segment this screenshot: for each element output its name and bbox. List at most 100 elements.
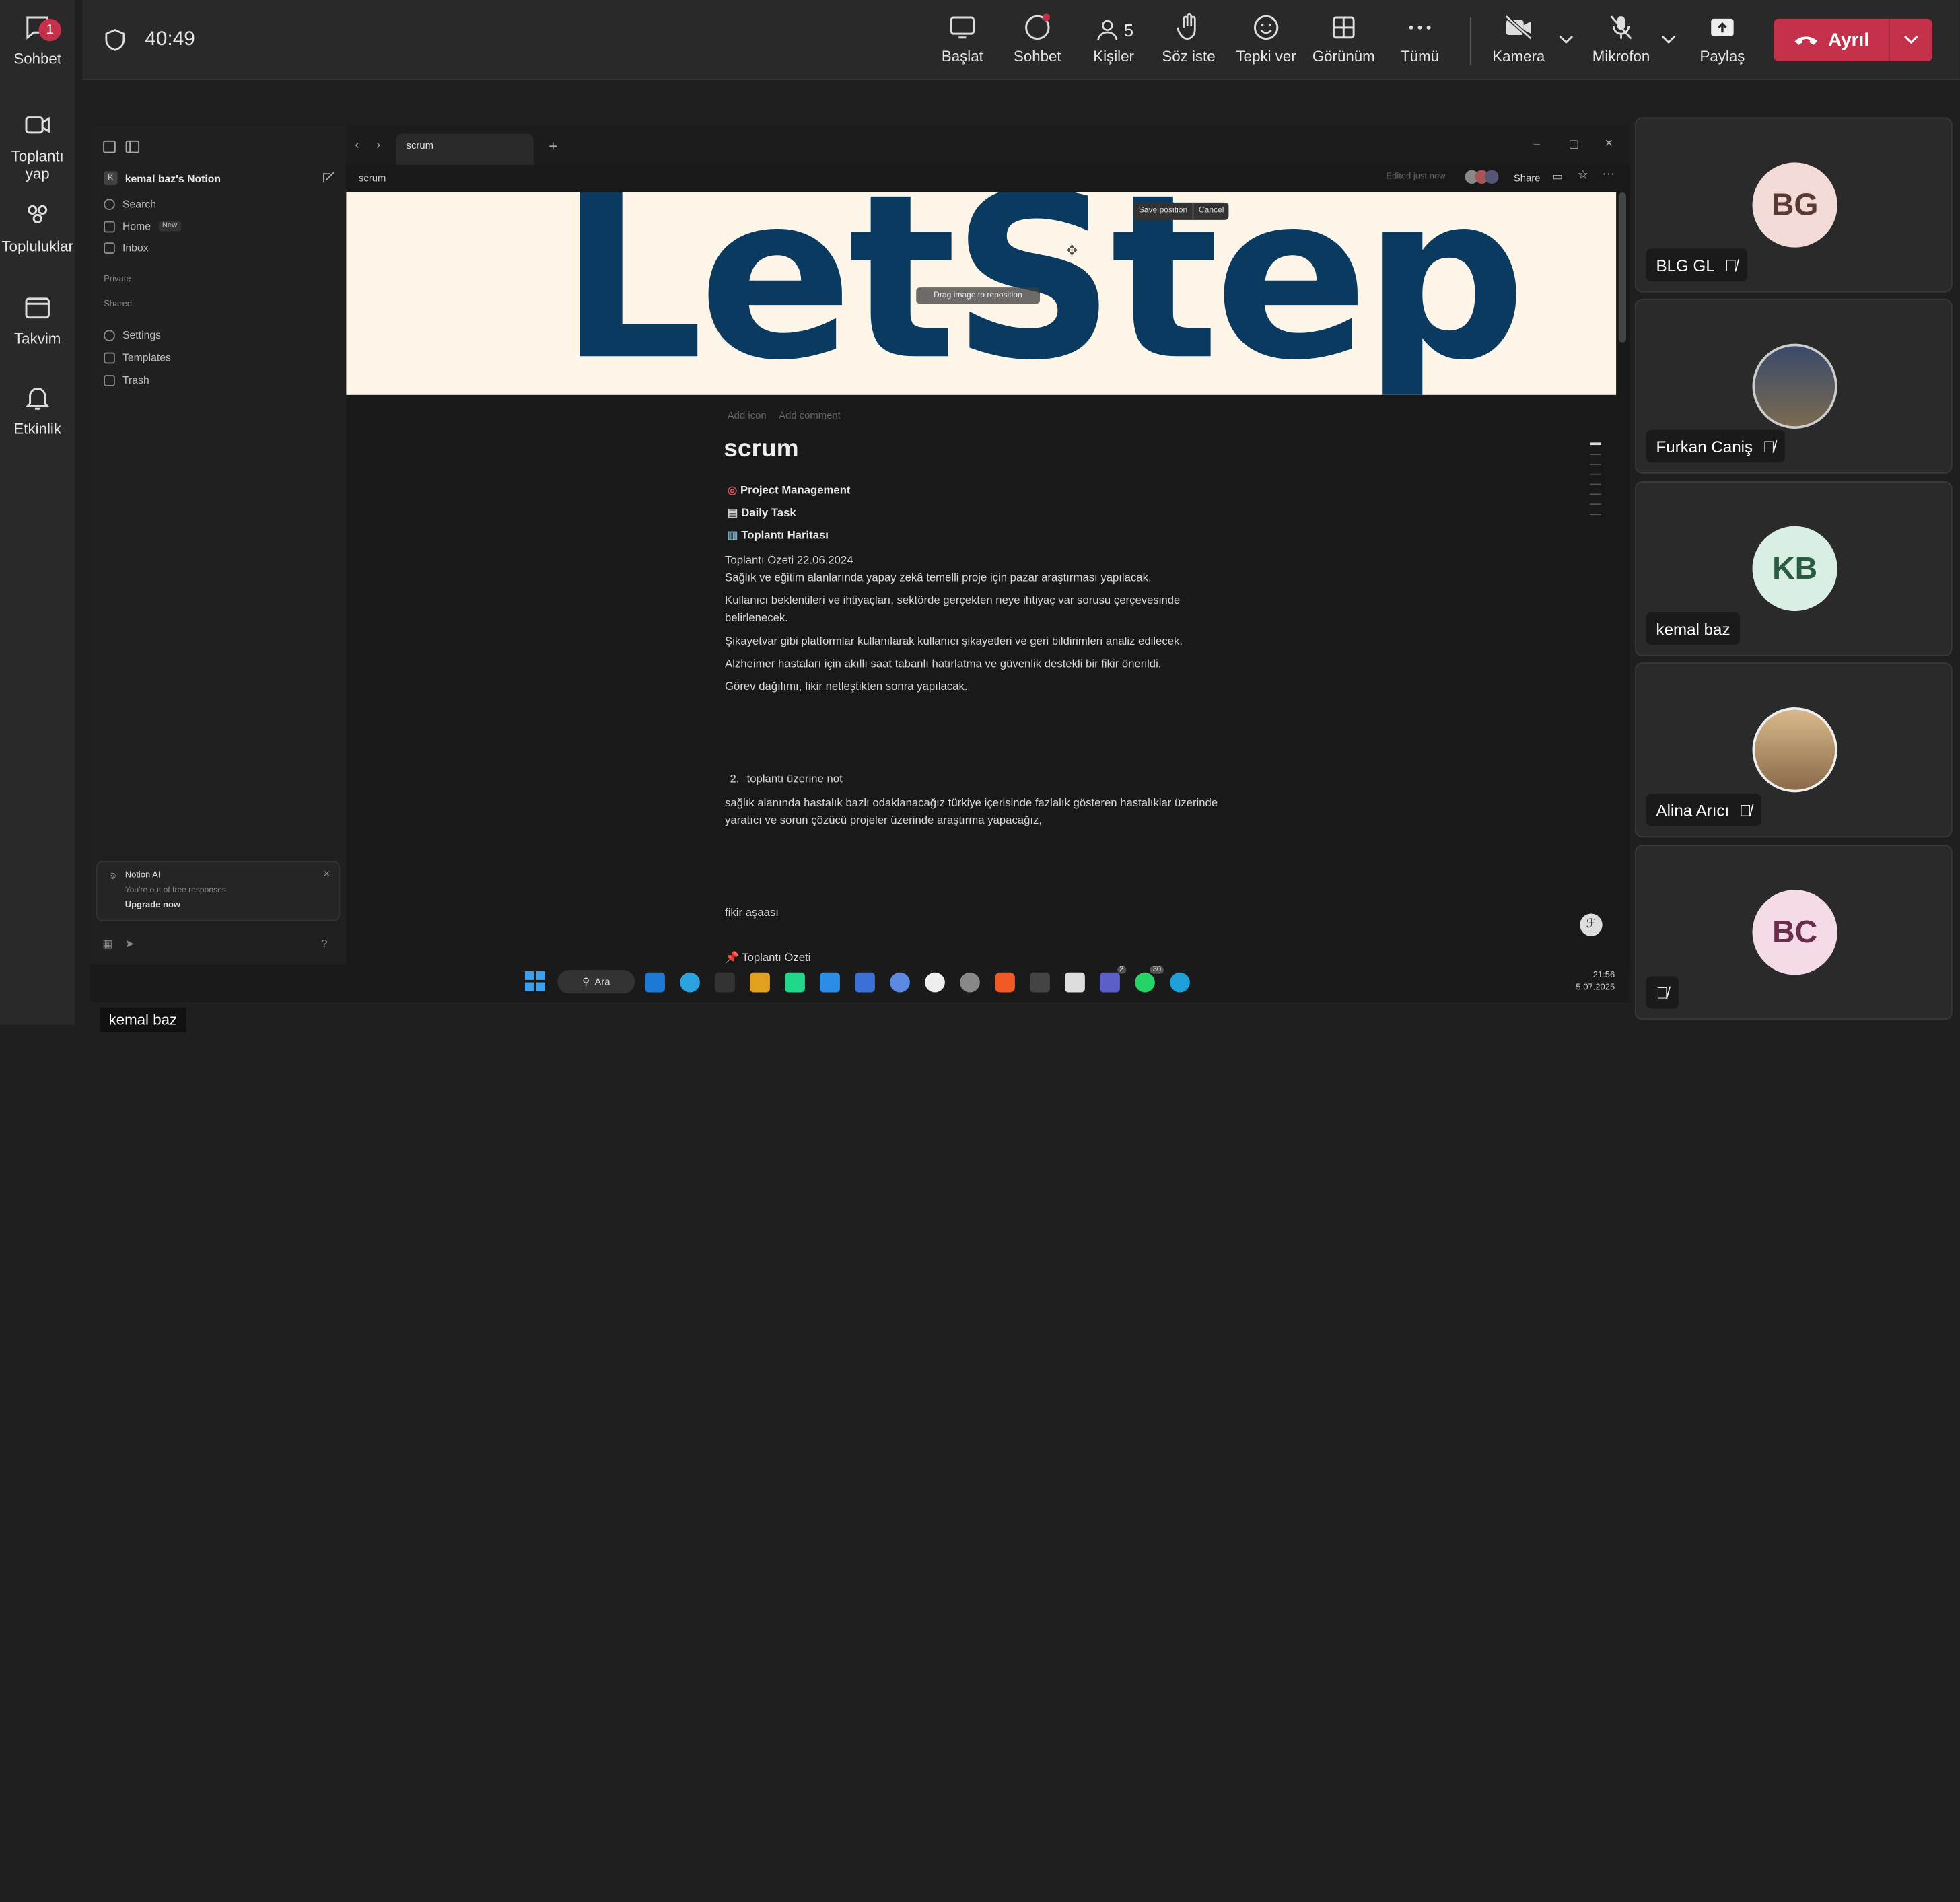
link-daily-task[interactable]: ▤ Daily Task	[728, 506, 796, 520]
participant-tile[interactable]: Furkan Caniş 🎙̸	[1634, 298, 1953, 474]
terminal-app-icon[interactable]	[715, 972, 735, 993]
link-label: Project Management	[740, 483, 851, 497]
participant-tile[interactable]: Alina Arıcı 🎙̸	[1634, 662, 1953, 838]
save-position-button[interactable]: Save position	[1133, 202, 1194, 220]
whatsapp-icon[interactable]: 30	[1135, 966, 1164, 993]
chrome-like-icon[interactable]	[925, 972, 945, 993]
pycharm-icon[interactable]	[785, 972, 805, 993]
sidebar-settings[interactable]: Settings	[104, 328, 161, 341]
system-clock[interactable]: 21:56 5.07.2025	[1562, 970, 1615, 995]
teams-badge: 2	[1117, 966, 1127, 974]
participant-name: BLG GL	[1656, 255, 1715, 275]
notion-ai-button[interactable]: ℱ	[1580, 913, 1603, 936]
rail-calendar[interactable]: Takvim	[0, 293, 75, 348]
word-icon[interactable]	[855, 972, 875, 993]
page-scrollbar[interactable]	[1618, 192, 1626, 343]
react-button[interactable]: Tepki ver	[1232, 13, 1300, 65]
sidebar-inbox[interactable]: Inbox	[104, 241, 149, 254]
maximize-icon[interactable]: ▢	[1569, 137, 1580, 151]
taskbar-search[interactable]: ⚲ Ara	[557, 970, 635, 994]
chat-button[interactable]: Sohbet	[1010, 13, 1065, 65]
brave-icon[interactable]	[995, 972, 1015, 993]
forward-icon[interactable]: ›	[376, 139, 380, 152]
mic-off-icon: 🎙̸	[1656, 983, 1669, 1002]
people-button[interactable]: 5 Kişiler	[1082, 13, 1145, 65]
tab-scrum[interactable]: scrum	[396, 133, 534, 166]
send-icon[interactable]: ➤	[125, 938, 135, 951]
mic-button[interactable]: Mikrofon	[1585, 13, 1658, 65]
avatar-photo	[1752, 707, 1838, 793]
rail-activity[interactable]: Etkinlik	[0, 382, 75, 437]
text-line: Toplantı Özeti 22.06.2024	[725, 553, 853, 567]
grid-icon	[1332, 16, 1355, 39]
rail-chat[interactable]: Sohbet 1	[0, 13, 75, 67]
participant-tile[interactable]: BG BLG GL 🎙̸	[1634, 117, 1953, 293]
help-icon[interactable]: ?	[321, 938, 327, 950]
edge-icon[interactable]	[1170, 972, 1190, 993]
cancel-button[interactable]: Cancel	[1193, 203, 1228, 220]
page-more-icon[interactable]: ···	[1603, 168, 1615, 181]
link-project-management[interactable]: ◎ Project Management	[728, 484, 851, 497]
workspace-initial: K	[104, 171, 118, 185]
edited-status: Edited just now	[1386, 172, 1446, 182]
page-title[interactable]: scrum	[724, 435, 798, 464]
windows-start-icon[interactable]	[524, 971, 545, 991]
participant-tile[interactable]: KB kemal baz	[1634, 481, 1953, 656]
teams-icon[interactable]: 2	[1100, 966, 1127, 993]
window-close-icon[interactable]: ×	[1605, 136, 1613, 151]
sidebar-settings-label: Settings	[122, 328, 162, 341]
sidebar-templates[interactable]: Templates	[104, 351, 171, 363]
console-icon[interactable]	[1030, 972, 1050, 993]
chevron-down-icon[interactable]	[1558, 34, 1575, 46]
leave-button[interactable]: Ayrıl	[1774, 19, 1889, 61]
share-button[interactable]: Paylaş	[1692, 13, 1752, 65]
comment-icon[interactable]: ▭	[1552, 170, 1563, 184]
more-button[interactable]: Tümü	[1393, 13, 1448, 65]
add-comment-button[interactable]: Add comment	[779, 410, 841, 421]
participant-tile[interactable]: BC 🎙̸	[1634, 845, 1953, 1020]
outlook-icon[interactable]	[645, 972, 665, 993]
obs-icon[interactable]	[960, 972, 980, 993]
add-icon-button[interactable]: Add icon	[728, 410, 767, 421]
rail-communities[interactable]: Topluluklar	[0, 200, 75, 255]
new-tab-icon[interactable]: +	[549, 137, 557, 155]
view-button[interactable]: Görünüm	[1310, 13, 1377, 65]
sidebar-search-label: Search	[122, 197, 157, 210]
move-cursor-icon: ✥	[1066, 244, 1078, 259]
notion-icon[interactable]	[1065, 972, 1085, 993]
sidebar-home[interactable]: Home New	[104, 220, 181, 232]
star-icon[interactable]: ☆	[1578, 169, 1589, 182]
rail-meet[interactable]: Toplantı yap	[0, 110, 75, 182]
sidebar-trash[interactable]: Trash	[104, 374, 149, 386]
minimize-icon[interactable]: –	[1534, 137, 1540, 150]
person-icon	[1097, 20, 1118, 41]
r-icon[interactable]	[890, 972, 910, 993]
camera-button[interactable]: Kamera	[1488, 13, 1550, 65]
close-icon[interactable]: ×	[323, 868, 330, 880]
workspace-switcher[interactable]: K kemal baz's Notion	[104, 171, 221, 185]
calendar-icon[interactable]: ▦	[102, 938, 113, 951]
taskbar-search-label: Ara	[594, 976, 610, 988]
files-icon[interactable]	[750, 972, 770, 993]
upgrade-link[interactable]: Upgrade now	[125, 901, 180, 910]
participant-name: kemal baz	[1656, 619, 1730, 638]
item-text: toplantı üzerine not	[746, 772, 843, 785]
chat-label: Sohbet	[1013, 47, 1061, 65]
cover-image[interactable]: LetStep Save position Cancel Drag image …	[346, 192, 1617, 395]
raise-hand-button[interactable]: Söz iste	[1158, 13, 1220, 65]
rail-calendar-label: Takvim	[14, 330, 61, 348]
text-line: fikir aşaası	[725, 906, 779, 919]
back-icon[interactable]: ‹	[355, 139, 359, 152]
chevron-down-icon[interactable]	[1660, 34, 1677, 46]
start-button[interactable]: Başlat	[935, 13, 990, 65]
vscode-icon[interactable]	[820, 972, 840, 993]
breadcrumb[interactable]: scrum	[359, 172, 386, 184]
item-number: 2.	[730, 772, 740, 785]
link-toplanti-haritasi[interactable]: ▥ Toplantı Haritası	[728, 529, 829, 542]
calendar-emoji-icon: ▤	[727, 506, 742, 519]
new-page-icon[interactable]	[322, 171, 335, 184]
leave-dropdown[interactable]	[1888, 18, 1932, 61]
sidebar-search[interactable]: Search	[104, 197, 156, 210]
page-share-button[interactable]: Share	[1514, 172, 1541, 184]
telegram-icon[interactable]	[680, 972, 700, 993]
